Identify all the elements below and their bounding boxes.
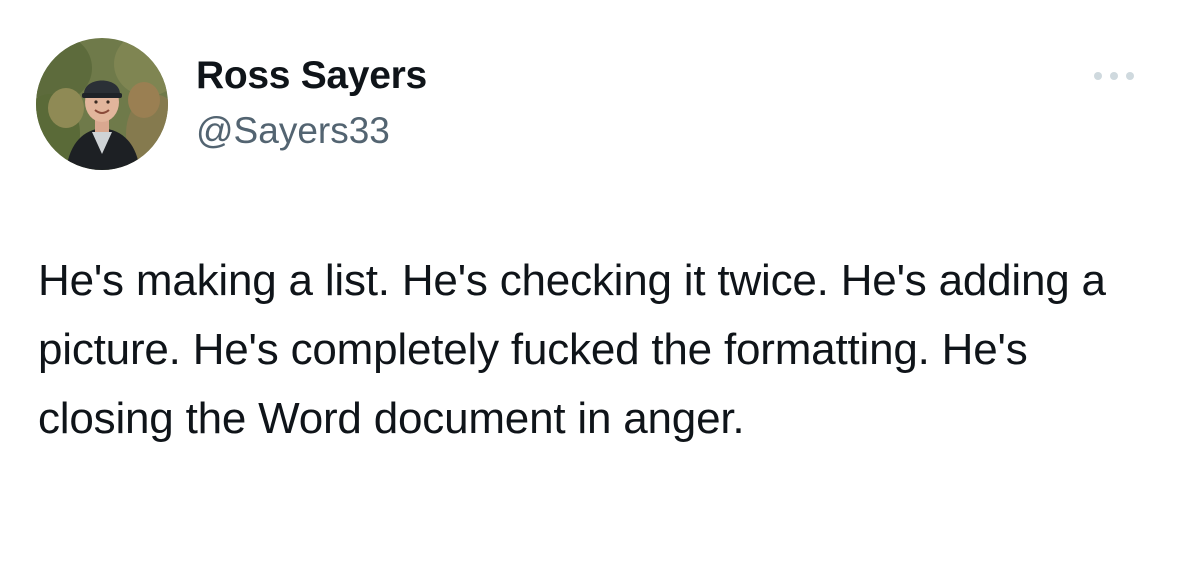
tweet-card: Ross Sayers @Sayers33 He's making a list…: [0, 0, 1179, 562]
author-name[interactable]: Ross Sayers: [196, 52, 427, 100]
avatar-photo-icon: [36, 38, 168, 170]
tweet-text: He's making a list. He's checking it twi…: [38, 256, 1106, 443]
ellipsis-icon: [1094, 72, 1134, 80]
more-options-button[interactable]: [1088, 62, 1140, 90]
author-handle[interactable]: @Sayers33: [196, 108, 390, 154]
author-avatar[interactable]: [36, 38, 168, 170]
